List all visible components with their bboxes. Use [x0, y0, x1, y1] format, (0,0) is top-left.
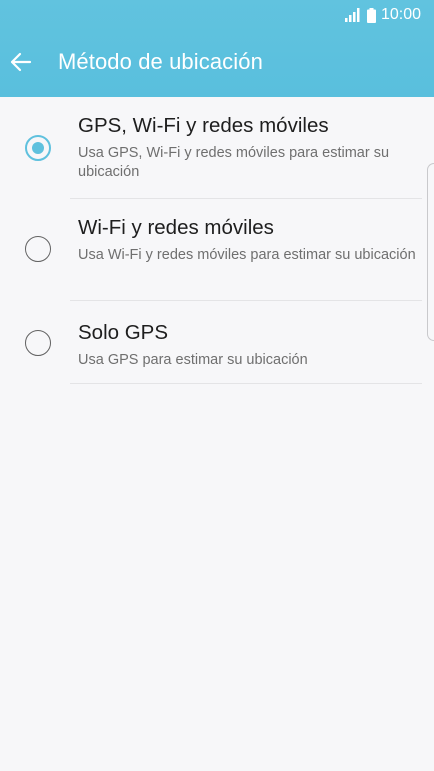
page-title: Método de ubicación: [58, 49, 263, 74]
option-description: Usa GPS para estimar su ubicación: [78, 352, 308, 368]
divider: [70, 383, 422, 384]
divider: [70, 198, 422, 199]
radio-button-selected[interactable]: [25, 135, 51, 161]
option-title: Wi-Fi y redes móviles: [78, 216, 274, 239]
title-row: Método de ubicación: [0, 40, 434, 84]
option-text: GPS, Wi-Fi y redes móviles Usa GPS, Wi-F…: [78, 113, 418, 182]
option-wifi-mobile[interactable]: Wi-Fi y redes móviles Usa Wi-Fi y redes …: [0, 212, 434, 300]
battery-icon: [366, 7, 376, 23]
option-gps-wifi-mobile[interactable]: GPS, Wi-Fi y redes móviles Usa GPS, Wi-F…: [0, 111, 434, 199]
app-header: 10:00 Método de ubicación: [0, 0, 434, 97]
radio-button[interactable]: [25, 330, 51, 356]
arrow-left-icon: [10, 52, 32, 72]
divider: [70, 300, 422, 301]
option-text: Solo GPS Usa GPS para estimar su ubicaci…: [78, 320, 418, 370]
status-time: 10:00: [380, 6, 421, 23]
option-gps-only[interactable]: Solo GPS Usa GPS para estimar su ubicaci…: [0, 314, 434, 384]
options-list: GPS, Wi-Fi y redes móviles Usa GPS, Wi-F…: [0, 97, 434, 771]
option-title: GPS, Wi-Fi y redes móviles: [78, 114, 329, 137]
option-text: Wi-Fi y redes móviles Usa Wi-Fi y redes …: [78, 215, 418, 265]
option-title: Solo GPS: [78, 321, 169, 344]
option-description: Usa Wi-Fi y redes móviles para estimar s…: [78, 247, 416, 263]
signal-icon: [344, 8, 360, 22]
option-description: Usa GPS, Wi-Fi y redes móviles para esti…: [78, 145, 390, 180]
location-method-screen: 10:00 Método de ubicación GPS, Wi-Fi y r…: [0, 0, 434, 771]
back-button[interactable]: [10, 40, 56, 84]
radio-button[interactable]: [25, 236, 51, 262]
edge-panel-handle[interactable]: [427, 163, 434, 341]
status-icons: 10:00: [344, 6, 421, 24]
status-bar: 10:00: [0, 0, 434, 30]
